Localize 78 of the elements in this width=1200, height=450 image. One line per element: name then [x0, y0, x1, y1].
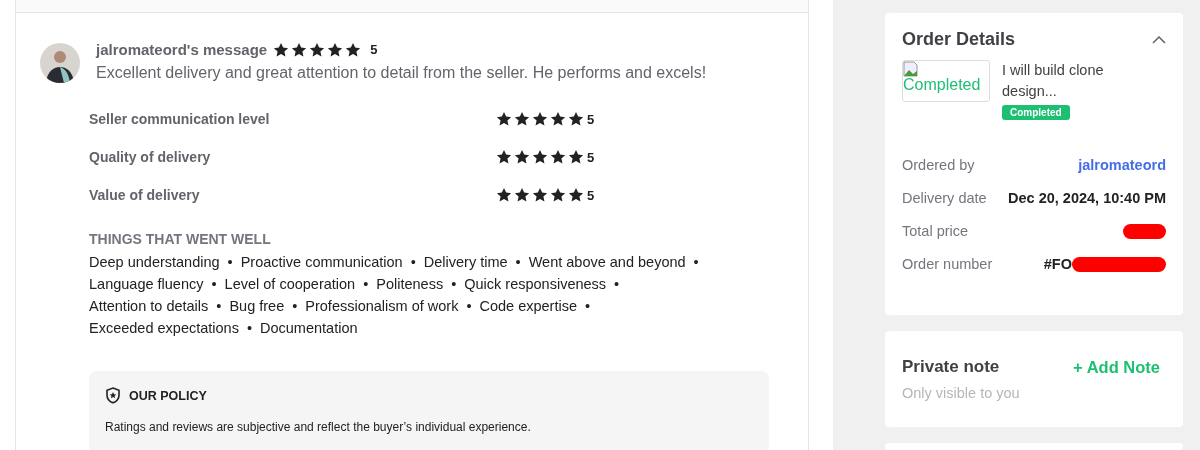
avatar — [40, 43, 80, 83]
star-icon — [273, 41, 290, 58]
separator-dot: • — [466, 298, 472, 314]
separator-dot: • — [585, 298, 591, 314]
gig-title: I will build clone design... — [1002, 61, 1105, 101]
field-label: Order number — [902, 256, 993, 272]
field-value: #FO — [1043, 256, 1072, 272]
field-label: Ordered by — [902, 157, 975, 173]
star-icon — [568, 149, 584, 165]
tag-text: Deep understanding — [89, 254, 220, 270]
broken-image-icon — [903, 61, 919, 77]
star-icon — [532, 111, 548, 127]
tag-text: Documentation — [260, 320, 358, 336]
star-icon — [496, 149, 512, 165]
star-icon — [496, 187, 512, 203]
field-value: Dec 20, 2024, 10:40 PM — [1008, 190, 1166, 206]
rating-score: 5 — [587, 187, 595, 203]
tag-text: Attention to details — [89, 298, 209, 314]
rating-label: Seller communication level — [89, 111, 271, 127]
review-text: Excellent delivery and great attention to detail from the seller. He performs and excels! — [96, 64, 707, 82]
separator-dot: • — [363, 276, 369, 292]
card-title: Order Details — [902, 29, 1016, 50]
rating-label: Quality of delivery — [89, 149, 212, 165]
separator-dot: • — [515, 254, 521, 270]
tag-text: Language fluency — [89, 276, 204, 292]
separator-dot: • — [211, 276, 217, 292]
star-icon — [514, 149, 530, 165]
rating-score: 5 — [587, 149, 595, 165]
buyer-link[interactable]: jalromateord — [1078, 157, 1166, 173]
field-label: Total price — [902, 223, 969, 239]
redaction-mark — [1123, 223, 1166, 239]
star-icon — [568, 111, 584, 127]
policy-title: OUR POLICY — [129, 388, 207, 403]
star-icon — [532, 187, 548, 203]
card-title: Private note — [902, 357, 1000, 377]
star-icon — [550, 187, 566, 203]
tag-text: Level of cooperation — [224, 276, 356, 292]
policy-text: Ratings and reviews are subjective and reflect the buyer’s individual experience. — [105, 420, 532, 434]
star-icon — [514, 187, 530, 203]
separator-dot: • — [693, 254, 699, 270]
separator-dot: • — [451, 276, 457, 292]
note-hint: Only visible to you — [902, 385, 1021, 403]
tag-text: Went above and beyond — [528, 254, 686, 270]
tag-text: Quick responsiveness — [464, 276, 607, 292]
tag-text: Delivery time — [423, 254, 508, 270]
tag-text: Code expertise — [479, 298, 577, 314]
separator-dot: • — [227, 254, 233, 270]
rating-label: Value of delivery — [89, 187, 201, 203]
star-icon — [496, 111, 512, 127]
rating-score: 5 — [370, 42, 378, 57]
tag-text: Exceeded expectations — [89, 320, 239, 336]
star-icon — [345, 41, 362, 58]
status-badge: Completed — [1002, 105, 1070, 120]
tag-text: Bug free — [229, 298, 285, 314]
separator-dot: • — [216, 298, 222, 314]
separator-dot: • — [614, 276, 620, 292]
separator-dot: • — [410, 254, 416, 270]
separator-dot: • — [292, 298, 298, 314]
star-icon — [550, 149, 566, 165]
star-icon — [568, 187, 584, 203]
chevron-up-icon[interactable] — [1152, 35, 1166, 44]
shield-icon — [105, 387, 121, 404]
add-note-button[interactable]: + Add Note — [1073, 357, 1160, 377]
review-author: jalromateord's message — [96, 41, 268, 58]
star-icon — [309, 41, 326, 58]
separator-dot: • — [246, 320, 252, 336]
image-alt-text: Completed — [903, 77, 982, 93]
field-label: Delivery date — [902, 190, 987, 206]
star-icon — [327, 41, 344, 58]
star-icon — [550, 111, 566, 127]
star-icon — [514, 111, 530, 127]
tag-text: Professionalism of work — [305, 298, 459, 314]
tag-text: Proactive communication — [240, 254, 403, 270]
section-heading: THINGS THAT WENT WELL — [89, 231, 272, 247]
star-icon — [532, 149, 548, 165]
rating-score: 5 — [587, 111, 595, 127]
star-icon — [291, 41, 308, 58]
tag-text: Politeness — [376, 276, 444, 292]
